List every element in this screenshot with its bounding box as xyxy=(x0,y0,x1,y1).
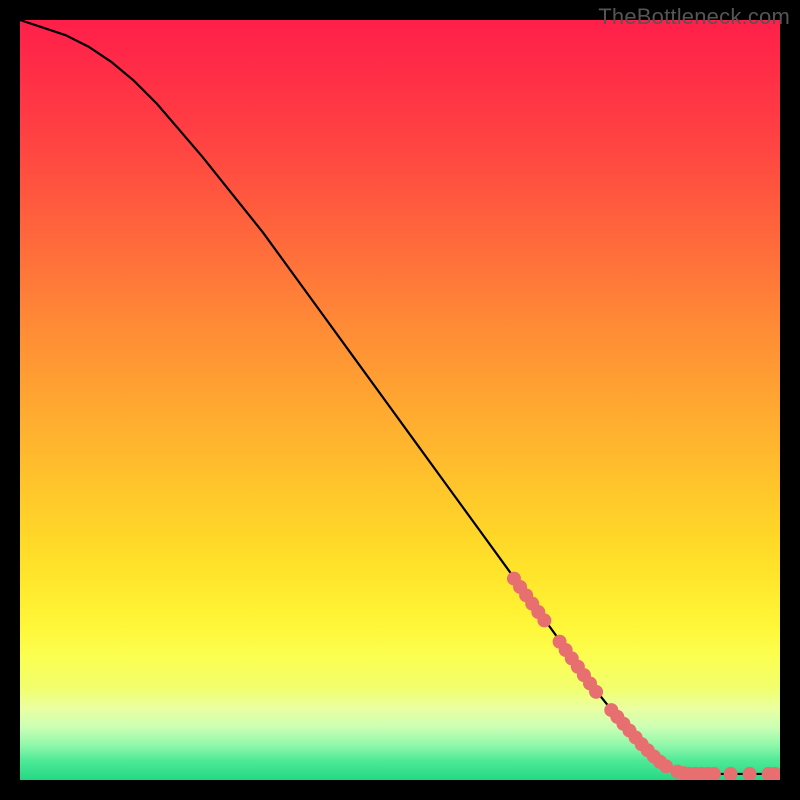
plot-area xyxy=(20,20,780,780)
chart-stage: TheBottleneck.com xyxy=(0,0,800,800)
data-marker xyxy=(537,613,551,627)
chart-svg xyxy=(20,20,780,780)
data-marker xyxy=(589,685,603,699)
gradient-background xyxy=(20,20,780,780)
watermark-label: TheBottleneck.com xyxy=(598,4,790,30)
